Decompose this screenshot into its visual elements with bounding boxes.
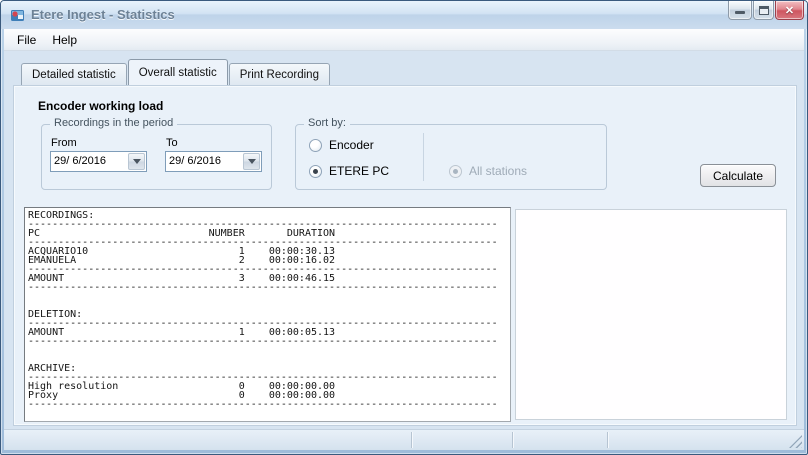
- status-bar: [4, 429, 804, 450]
- radio-checked-icon: [309, 165, 322, 178]
- minimize-button[interactable]: [728, 1, 752, 20]
- recordings-period-group: Recordings in the period From To 29/ 6/2…: [41, 124, 272, 190]
- to-date-value: 29/ 6/2016: [166, 152, 242, 171]
- close-icon: ✕: [785, 4, 794, 17]
- radio-disabled-icon: [449, 165, 462, 178]
- tab-overall-statistic[interactable]: Overall statistic: [128, 59, 228, 85]
- menu-help[interactable]: Help: [44, 30, 85, 50]
- tab-detailed-statistic[interactable]: Detailed statistic: [21, 63, 127, 85]
- app-window: Etere Ingest - Statistics ✕ File Help De…: [0, 0, 808, 455]
- radio-all-stations: All stations: [449, 164, 527, 178]
- tab-print-recording[interactable]: Print Recording: [229, 63, 330, 85]
- chevron-down-icon: [133, 159, 141, 164]
- statusbar-divider: [411, 432, 412, 448]
- client-area: Detailed statistic Overall statistic Pri…: [4, 51, 804, 450]
- to-label: To: [166, 137, 178, 149]
- sort-by-group: Sort by: Encoder ETERE PC All stations: [295, 124, 607, 190]
- radio-unchecked-icon: [309, 139, 322, 152]
- menu-bar: File Help: [4, 29, 804, 51]
- radio-etere-pc-label: ETERE PC: [329, 164, 389, 178]
- radio-all-stations-label: All stations: [469, 164, 527, 178]
- titlebar: Etere Ingest - Statistics ✕: [1, 1, 807, 29]
- radio-encoder-label: Encoder: [329, 138, 374, 152]
- resize-grip-icon[interactable]: [789, 435, 802, 448]
- radio-etere-pc[interactable]: ETERE PC: [309, 164, 389, 178]
- section-heading: Encoder working load: [38, 99, 163, 113]
- from-date-value: 29/ 6/2016: [51, 152, 127, 171]
- statusbar-divider: [607, 432, 608, 448]
- sort-group-divider: [423, 133, 424, 181]
- sort-by-legend: Sort by:: [304, 117, 350, 129]
- app-icon: [10, 7, 26, 23]
- close-button[interactable]: ✕: [775, 1, 804, 20]
- tab-page-overall-statistic: Encoder working load Recordings in the p…: [13, 85, 797, 426]
- minimize-icon: [735, 11, 745, 14]
- maximize-icon: [759, 6, 769, 15]
- to-date-dropdown-button[interactable]: [243, 153, 260, 170]
- statusbar-divider: [512, 432, 513, 448]
- from-date-dropdown-button[interactable]: [128, 153, 145, 170]
- report-textarea[interactable]: RECORDINGS: ----------------------------…: [24, 207, 511, 422]
- recordings-period-legend: Recordings in the period: [50, 117, 177, 129]
- from-label: From: [51, 137, 77, 149]
- secondary-report-panel: [515, 209, 787, 420]
- menu-file[interactable]: File: [9, 30, 44, 50]
- maximize-button[interactable]: [753, 1, 774, 20]
- chevron-down-icon: [248, 159, 256, 164]
- radio-encoder[interactable]: Encoder: [309, 138, 374, 152]
- report-text: RECORDINGS: ----------------------------…: [25, 208, 510, 409]
- from-date-combobox[interactable]: 29/ 6/2016: [50, 151, 147, 172]
- to-date-combobox[interactable]: 29/ 6/2016: [165, 151, 262, 172]
- calculate-button[interactable]: Calculate: [700, 164, 776, 187]
- window-title: Etere Ingest - Statistics: [31, 7, 175, 22]
- tab-strip: Detailed statistic Overall statistic Pri…: [21, 59, 331, 85]
